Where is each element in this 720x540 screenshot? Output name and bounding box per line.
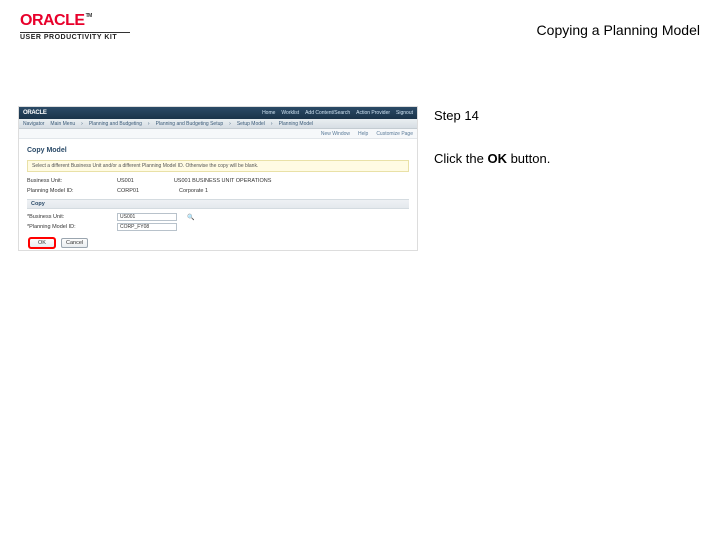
chevron-right-icon: ›	[81, 121, 83, 127]
ss-value: CORP01	[117, 188, 139, 194]
document-title: Copying a Planning Model	[537, 22, 700, 38]
instruction-panel: Step 14 Click the OK button.	[434, 106, 708, 251]
ss-value: US001	[117, 178, 134, 184]
ss-top-link: Action Provider	[356, 110, 390, 116]
oracle-logo: ORACLE TM	[20, 12, 130, 30]
sub-brand-text: USER PRODUCTIVITY KIT	[20, 34, 130, 41]
logo-divider	[20, 32, 130, 33]
ss-nav-item: Main Menu	[50, 121, 75, 127]
ok-button[interactable]: OK	[29, 238, 55, 248]
instruction-suffix: button.	[507, 151, 550, 166]
planning-model-id-input[interactable]: CORP_FY08	[117, 223, 177, 231]
ss-input-row: *Planning Model ID: CORP_FY08	[27, 222, 409, 232]
instruction-prefix: Click the	[434, 151, 487, 166]
ss-label: Business Unit:	[27, 178, 107, 184]
ss-nav-item: Planning Model	[279, 121, 313, 127]
header-bar: ORACLE TM USER PRODUCTIVITY KIT Copying …	[0, 0, 720, 56]
ss-top-link: Home	[262, 110, 275, 116]
ss-brand: ORACLE	[23, 110, 47, 116]
business-unit-input[interactable]: US001	[117, 213, 177, 221]
ss-section-header: Copy	[27, 199, 409, 209]
ss-nav-item: Navigator	[23, 121, 44, 127]
ss-input-row: *Business Unit: US001 🔍	[27, 212, 409, 222]
ss-sub-link: Help	[358, 131, 368, 137]
ss-top-link: Add Content/Search	[305, 110, 350, 116]
ss-body: Copy Model Select a different Business U…	[19, 139, 417, 251]
lookup-icon[interactable]: 🔍	[187, 214, 194, 221]
ss-label: *Planning Model ID:	[27, 224, 107, 230]
ss-button-row: OK Cancel	[27, 238, 409, 248]
chevron-right-icon: ›	[229, 121, 231, 127]
ss-readonly-row: Business Unit: US001 US001 BUSINESS UNIT…	[27, 176, 409, 186]
ss-top-link: Worklist	[281, 110, 299, 116]
ss-sub-link: Customize Page	[376, 131, 413, 137]
chevron-right-icon: ›	[271, 121, 273, 127]
ss-sub-link: New Window	[321, 131, 350, 137]
chevron-right-icon: ›	[148, 121, 150, 127]
ss-subbar: New Window Help Customize Page	[19, 129, 417, 139]
ss-label: *Business Unit:	[27, 214, 107, 220]
ss-nav-item: Setup Model	[237, 121, 265, 127]
ss-nav-item: Planning and Budgeting Setup	[156, 121, 224, 127]
step-number: Step 14	[434, 108, 708, 123]
brand-block: ORACLE TM USER PRODUCTIVITY KIT	[20, 12, 130, 41]
ss-nav-item: Planning and Budgeting	[89, 121, 142, 127]
ss-top-header: ORACLE Home Worklist Add Content/Search …	[19, 107, 417, 119]
instruction-bold: OK	[487, 151, 507, 166]
cancel-button[interactable]: Cancel	[61, 238, 88, 248]
ss-value-desc: Corporate 1	[179, 188, 208, 194]
trademark-icon: TM	[86, 13, 92, 19]
ss-label: Planning Model ID:	[27, 188, 107, 194]
ss-value-desc: US001 BUSINESS UNIT OPERATIONS	[174, 178, 272, 184]
brand-text: ORACLE	[20, 12, 85, 30]
ss-top-link: Signout	[396, 110, 413, 116]
content-row: ORACLE Home Worklist Add Content/Search …	[0, 56, 720, 251]
ss-page-title: Copy Model	[27, 147, 409, 154]
ss-tip-box: Select a different Business Unit and/or …	[27, 160, 409, 172]
ss-breadcrumb: Navigator Main Menu › Planning and Budge…	[19, 119, 417, 129]
embedded-screenshot: ORACLE Home Worklist Add Content/Search …	[18, 106, 418, 251]
step-instruction: Click the OK button.	[434, 151, 708, 166]
ss-readonly-row: Planning Model ID: CORP01 Corporate 1	[27, 186, 409, 196]
